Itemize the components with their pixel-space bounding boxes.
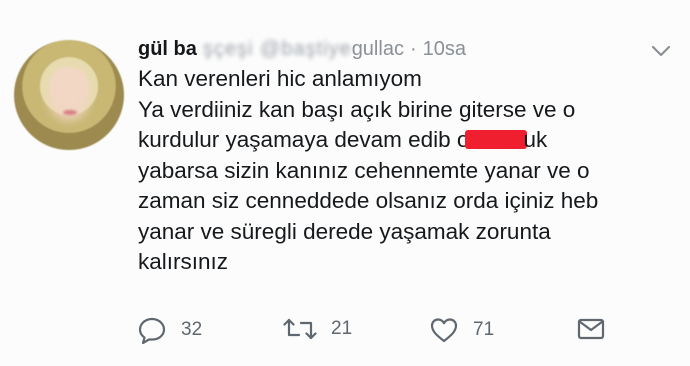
tweet-line-3: kurdulur yaşamaya devam edib o uk (138, 125, 668, 156)
reply-icon (137, 316, 167, 344)
avatar-lips (63, 110, 77, 115)
retweet-icon (283, 316, 317, 342)
tweet-line-3-end: uk (523, 127, 548, 152)
heart-icon (429, 316, 459, 344)
tweet-line-2: Ya verdiiniz kan başı açık birine giters… (138, 96, 576, 122)
author-handle-blurred[interactable]: şçeşi @baştiye (203, 38, 352, 61)
red-redaction-bar (465, 130, 528, 149)
tweet-time[interactable]: 10sa (423, 38, 466, 61)
reply-button[interactable]: 32 (137, 316, 202, 344)
reply-count: 32 (181, 319, 203, 340)
retweet-button[interactable]: 21 (283, 316, 352, 342)
avatar[interactable] (14, 40, 124, 150)
chevron-down-icon[interactable] (650, 42, 672, 60)
like-button[interactable]: 71 (429, 316, 494, 344)
mail-icon (576, 316, 606, 342)
separator-dot: · (409, 37, 417, 60)
tweet-text: Kan verenleri hic anlamıyom Ya verdiiniz… (138, 64, 668, 278)
tweet-actions: 32 21 71 (0, 306, 690, 356)
tweet-header: gül ba şçeşi @baştiye gullac · 10sa (138, 36, 466, 62)
share-button[interactable] (576, 316, 606, 342)
tweet-line-4: yabarsa sizin kanınız cehennemte yanar v… (138, 157, 590, 183)
tweet-line-7: kalırsınız (138, 249, 229, 274)
tweet-line-5: zaman siz cenneddede olsanız orda içiniz… (138, 188, 599, 213)
tweet-line-3-start: kurdulur yaşamaya devam edib o (138, 127, 470, 152)
like-count: 71 (473, 319, 495, 340)
tweet-line-6: yanar ve süregli derede yaşamak zorunta (138, 218, 551, 244)
retweet-count: 21 (331, 318, 353, 339)
author-handle[interactable]: gullac (352, 38, 404, 61)
tweet-line-1: Kan verenleri hic anlamıyom (138, 66, 422, 91)
author-name[interactable]: gül ba (138, 38, 197, 61)
tweet-card[interactable]: gül ba şçeşi @baştiye gullac · 10sa Kan … (0, 0, 690, 366)
